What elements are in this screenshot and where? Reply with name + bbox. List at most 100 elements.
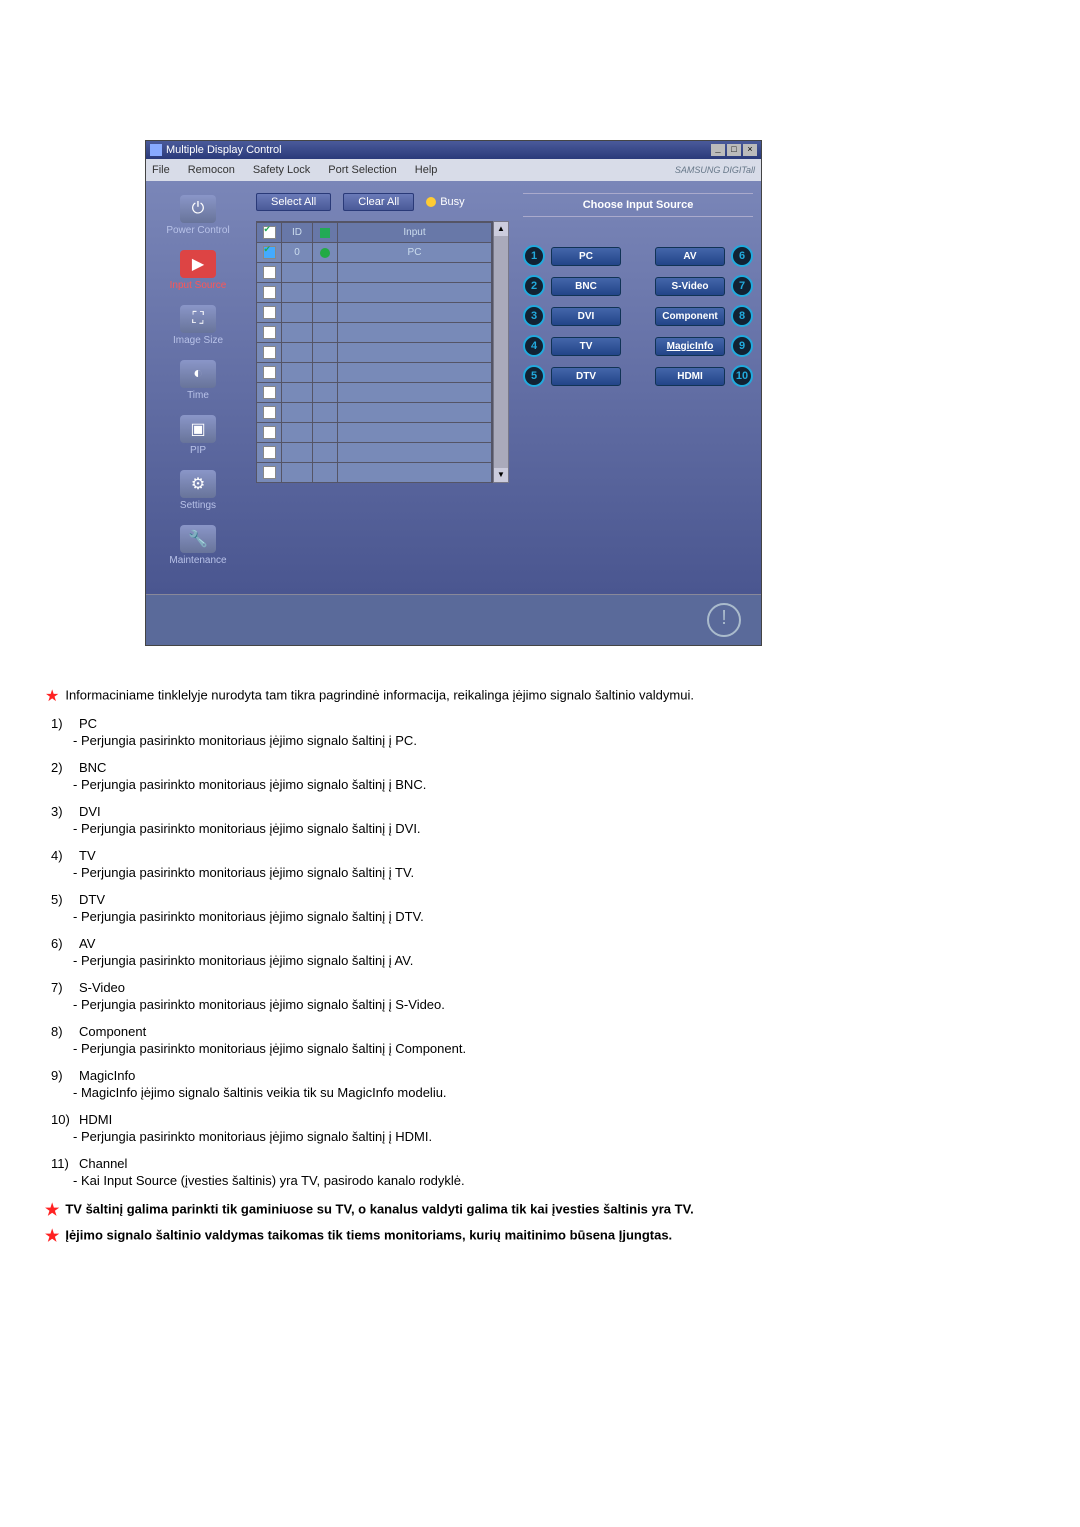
settings-icon: ⚙: [180, 470, 216, 498]
scroll-up-icon[interactable]: ▲: [494, 222, 508, 236]
grid-row[interactable]: [257, 462, 492, 482]
item-description: - Perjungia pasirinkto monitoriaus įėjim…: [73, 997, 1080, 1012]
grid-row[interactable]: [257, 442, 492, 462]
scroll-down-icon[interactable]: ▼: [494, 468, 508, 482]
star-icon: ★: [45, 1228, 59, 1245]
star-icon: ★: [45, 688, 59, 705]
item-description: - Perjungia pasirinkto monitoriaus įėjim…: [73, 733, 1080, 748]
clear-all-button[interactable]: Clear All: [343, 193, 414, 211]
list-item: 11)Channel: [51, 1156, 1080, 1171]
grid-row[interactable]: 0 PC: [257, 242, 492, 262]
list-item: 8)Component: [51, 1024, 1080, 1039]
row-input: PC: [338, 243, 492, 262]
callout-2: 2: [523, 275, 545, 297]
row-checkbox[interactable]: [263, 286, 276, 299]
busy-dot-icon: [426, 197, 436, 207]
row-checkbox[interactable]: [263, 326, 276, 339]
select-all-button[interactable]: Select All: [256, 193, 331, 211]
menu-safety-lock[interactable]: Safety Lock: [253, 164, 310, 176]
callout-3: 3: [523, 305, 545, 327]
source-component-button[interactable]: Component: [655, 307, 725, 326]
row-checkbox[interactable]: [263, 406, 276, 419]
source-av-button[interactable]: AV: [655, 247, 725, 266]
callout-9: 9: [731, 335, 753, 357]
input-source-icon: ▶: [180, 250, 216, 278]
sidebar-item-settings[interactable]: ⚙Settings: [148, 470, 248, 511]
pip-icon: ▣: [180, 415, 216, 443]
row-checkbox[interactable]: [263, 446, 276, 459]
busy-indicator: Busy: [426, 196, 464, 208]
grid-row[interactable]: [257, 302, 492, 322]
item-description: - Kai Input Source (įvesties šaltinis) y…: [73, 1173, 1080, 1188]
grid-row[interactable]: [257, 282, 492, 302]
close-button[interactable]: ×: [743, 144, 757, 156]
callout-4: 4: [523, 335, 545, 357]
source-magicinfo-button[interactable]: MagicInfo: [655, 337, 725, 356]
row-checkbox[interactable]: [263, 466, 276, 479]
note-text: TV šaltinį galima parinkti tik gaminiuos…: [65, 1201, 693, 1216]
source-hdmi-button[interactable]: HDMI: [655, 367, 725, 386]
source-svideo-button[interactable]: S-Video: [655, 277, 725, 296]
row-checkbox[interactable]: [263, 426, 276, 439]
list-item: 7)S-Video: [51, 980, 1080, 995]
menu-help[interactable]: Help: [415, 164, 438, 176]
list-item: 9)MagicInfo: [51, 1068, 1080, 1083]
grid-row[interactable]: [257, 422, 492, 442]
app-icon: [150, 144, 162, 156]
source-bnc-button[interactable]: BNC: [551, 277, 621, 296]
scrollbar[interactable]: ▲ ▼: [493, 221, 509, 483]
callout-1: 1: [523, 245, 545, 267]
sidebar-item-pip[interactable]: ▣PIP: [148, 415, 248, 456]
list-item: 2)BNC: [51, 760, 1080, 775]
row-checkbox[interactable]: [263, 366, 276, 379]
alert-icon: !: [707, 603, 741, 637]
maintenance-icon: 🔧: [180, 525, 216, 553]
grid-row[interactable]: [257, 342, 492, 362]
sidebar-item-power[interactable]: ⏻Power Control: [148, 195, 248, 236]
header-checkbox[interactable]: [263, 226, 276, 239]
callout-7: 7: [731, 275, 753, 297]
note-text: Įėjimo signalo šaltinio valdymas taikoma…: [65, 1227, 672, 1242]
list-item: 3)DVI: [51, 804, 1080, 819]
sidebar-item-time[interactable]: ◐Time: [148, 360, 248, 401]
source-dvi-button[interactable]: DVI: [551, 307, 621, 326]
grid-row[interactable]: [257, 402, 492, 422]
signal-ok-icon: [320, 248, 330, 258]
callout-8: 8: [731, 305, 753, 327]
menu-remocon[interactable]: Remocon: [188, 164, 235, 176]
sidebar-item-maintenance[interactable]: 🔧Maintenance: [148, 525, 248, 566]
item-description: - Perjungia pasirinkto monitoriaus įėjim…: [73, 865, 1080, 880]
grid-row[interactable]: [257, 322, 492, 342]
callout-5: 5: [523, 365, 545, 387]
callout-6: 6: [731, 245, 753, 267]
item-description: - MagicInfo įėjimo signalo šaltinis veik…: [73, 1085, 1080, 1100]
sidebar-item-input-source[interactable]: ▶Input Source: [148, 250, 248, 291]
row-checkbox[interactable]: [263, 346, 276, 359]
maximize-button[interactable]: □: [727, 144, 741, 156]
list-item: 6)AV: [51, 936, 1080, 951]
item-description: - Perjungia pasirinkto monitoriaus įėjim…: [73, 953, 1080, 968]
sidebar-item-image-size[interactable]: ⛶Image Size: [148, 305, 248, 346]
item-description: - Perjungia pasirinkto monitoriaus įėjim…: [73, 909, 1080, 924]
list-item: 5)DTV: [51, 892, 1080, 907]
star-icon: ★: [45, 1202, 59, 1219]
col-signal-icon: [313, 223, 338, 242]
panel-title: Choose Input Source: [523, 193, 753, 217]
sidebar: ⏻Power Control ▶Input Source ⛶Image Size…: [146, 181, 250, 594]
source-pc-button[interactable]: PC: [551, 247, 621, 266]
grid-row[interactable]: [257, 382, 492, 402]
source-tv-button[interactable]: TV: [551, 337, 621, 356]
row-checkbox[interactable]: [263, 306, 276, 319]
time-icon: ◐: [180, 360, 216, 388]
menu-port-selection[interactable]: Port Selection: [328, 164, 396, 176]
menu-file[interactable]: File: [152, 164, 170, 176]
row-checkbox[interactable]: [263, 386, 276, 399]
minimize-button[interactable]: _: [711, 144, 725, 156]
grid-row[interactable]: [257, 262, 492, 282]
source-dtv-button[interactable]: DTV: [551, 367, 621, 386]
status-bar: !: [146, 594, 761, 645]
row-checkbox[interactable]: [263, 266, 276, 279]
item-description: - Perjungia pasirinkto monitoriaus įėjim…: [73, 777, 1080, 792]
row-checkbox[interactable]: [263, 246, 276, 259]
grid-row[interactable]: [257, 362, 492, 382]
